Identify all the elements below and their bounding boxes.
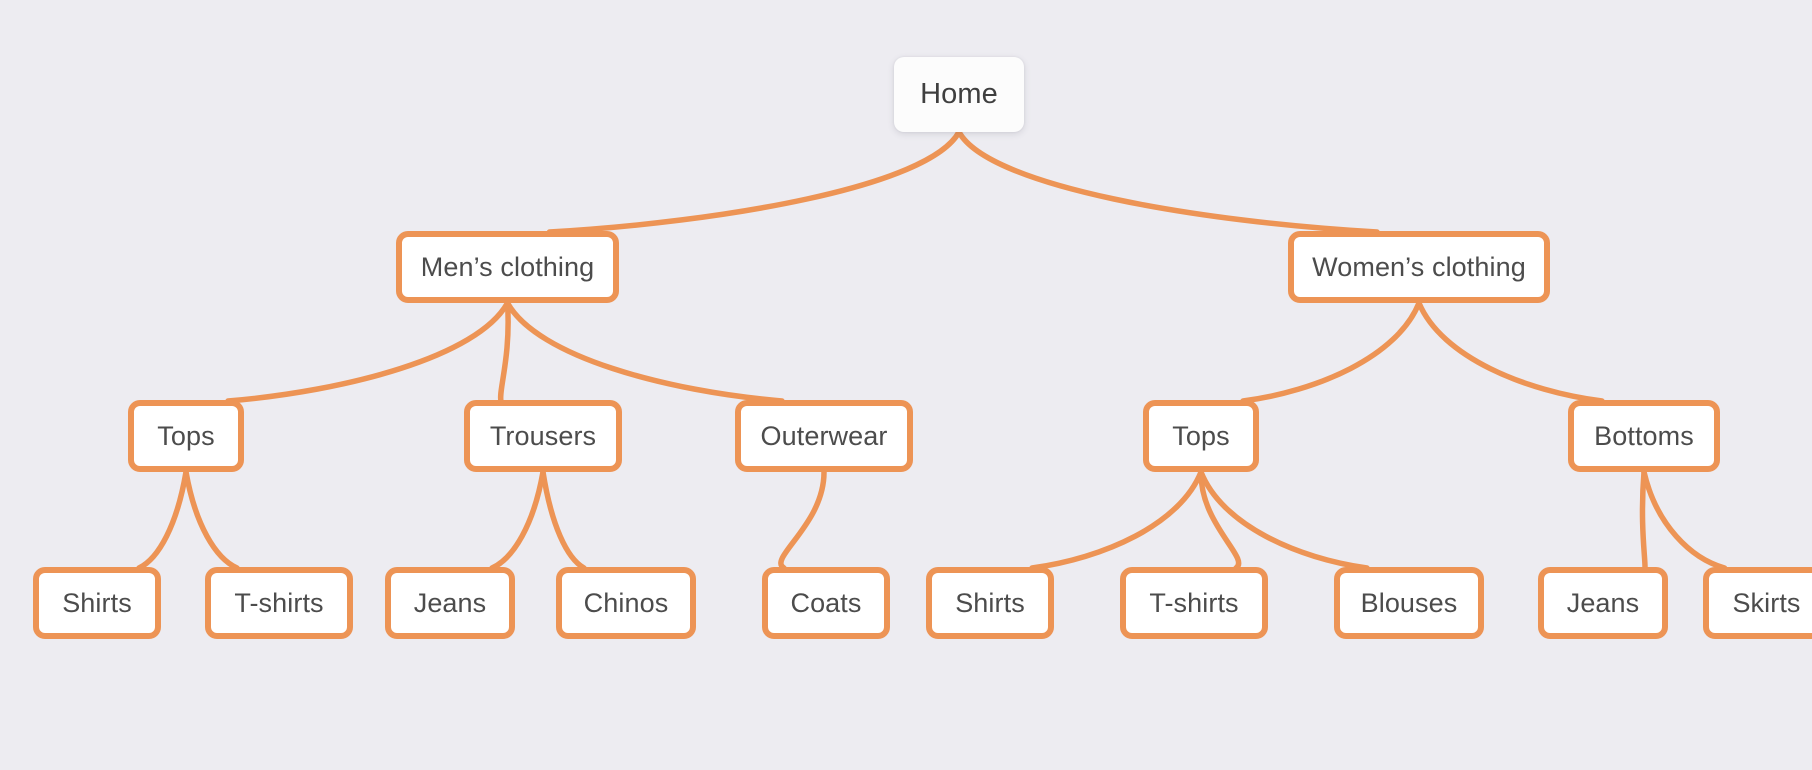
- tree-edge-m_trousers-to-m_jeans: [489, 469, 546, 571]
- tree-edge-mens-to-m_trousers: [497, 300, 511, 404]
- tree-node-m_tshirts[interactable]: T-shirts: [205, 567, 353, 639]
- tree-node-label: Shirts: [62, 587, 132, 618]
- tree-node-womens[interactable]: Women’s clothing: [1288, 231, 1550, 303]
- tree-node-w_jeans[interactable]: Jeans: [1538, 567, 1668, 639]
- tree-node-label: Tops: [1172, 420, 1230, 451]
- tree-node-label: Chinos: [583, 587, 669, 618]
- tree-node-m_jeans[interactable]: Jeans: [385, 567, 515, 639]
- tree-node-label: Blouses: [1360, 587, 1458, 618]
- tree-node-label: Men’s clothing: [420, 251, 595, 282]
- tree-edge-w_tops-to-w_tshirts: [1198, 469, 1242, 571]
- tree-node-label: Coats: [790, 587, 862, 618]
- tree-edge-mens-to-m_outer: [504, 300, 785, 404]
- tree-node-label: Tops: [157, 420, 215, 451]
- tree-edge-m_tops-to-m_tshirts: [183, 469, 240, 571]
- tree-node-w_bottoms[interactable]: Bottoms: [1568, 400, 1720, 472]
- tree-edge-womens-to-w_bottoms: [1416, 300, 1605, 404]
- tree-node-w_tops[interactable]: Tops: [1143, 400, 1259, 472]
- tree-edge-mens-to-m_tops: [225, 300, 511, 404]
- tree-edge-womens-to-w_tops: [1240, 300, 1422, 404]
- tree-node-w_skirts[interactable]: Skirts: [1703, 567, 1812, 639]
- tree-node-w_tshirts[interactable]: T-shirts: [1120, 567, 1268, 639]
- tree-edge-m_outer-to-m_coats: [778, 469, 827, 571]
- tree-edge-m_trousers-to-m_chinos: [540, 469, 587, 571]
- tree-node-home[interactable]: Home: [894, 57, 1024, 132]
- tree-node-m_outer[interactable]: Outerwear: [735, 400, 913, 472]
- tree-edge-home-to-mens: [546, 129, 962, 235]
- tree-edge-w_bottoms-to-w_jeans: [1639, 469, 1648, 571]
- tree-node-m_tops[interactable]: Tops: [128, 400, 244, 472]
- tree-node-label: T-shirts: [1149, 587, 1239, 618]
- tree-edge-w_tops-to-w_blouses: [1198, 469, 1370, 571]
- tree-diagram-canvas: Home Men’s clothing Women’s clothing Tops Tr…: [0, 0, 1812, 770]
- tree-node-mens[interactable]: Men’s clothing: [396, 231, 619, 303]
- tree-node-m_chinos[interactable]: Chinos: [556, 567, 696, 639]
- tree-node-label: Skirts: [1732, 587, 1801, 618]
- tree-node-label: Women’s clothing: [1312, 251, 1526, 282]
- tree-edge-home-to-womens: [956, 129, 1380, 235]
- tree-node-label: Outerwear: [760, 420, 888, 451]
- tree-node-m_shirts[interactable]: Shirts: [33, 567, 161, 639]
- tree-node-label: Bottoms: [1594, 420, 1694, 451]
- tree-node-w_blouses[interactable]: Blouses: [1334, 567, 1484, 639]
- tree-node-label: Jeans: [413, 587, 487, 618]
- tree-node-w_shirts[interactable]: Shirts: [926, 567, 1054, 639]
- tree-node-label: Trousers: [489, 420, 597, 451]
- tree-node-m_trousers[interactable]: Trousers: [464, 400, 622, 472]
- tree-node-label: Home: [920, 78, 998, 110]
- tree-node-m_coats[interactable]: Coats: [762, 567, 890, 639]
- tree-node-label: Shirts: [955, 587, 1025, 618]
- tree-node-label: Jeans: [1566, 587, 1640, 618]
- tree-edge-w_tops-to-w_shirts: [1029, 469, 1204, 571]
- tree-node-label: T-shirts: [234, 587, 324, 618]
- tree-edge-w_bottoms-to-w_skirts: [1641, 469, 1728, 571]
- tree-edge-m_tops-to-m_shirts: [136, 469, 189, 571]
